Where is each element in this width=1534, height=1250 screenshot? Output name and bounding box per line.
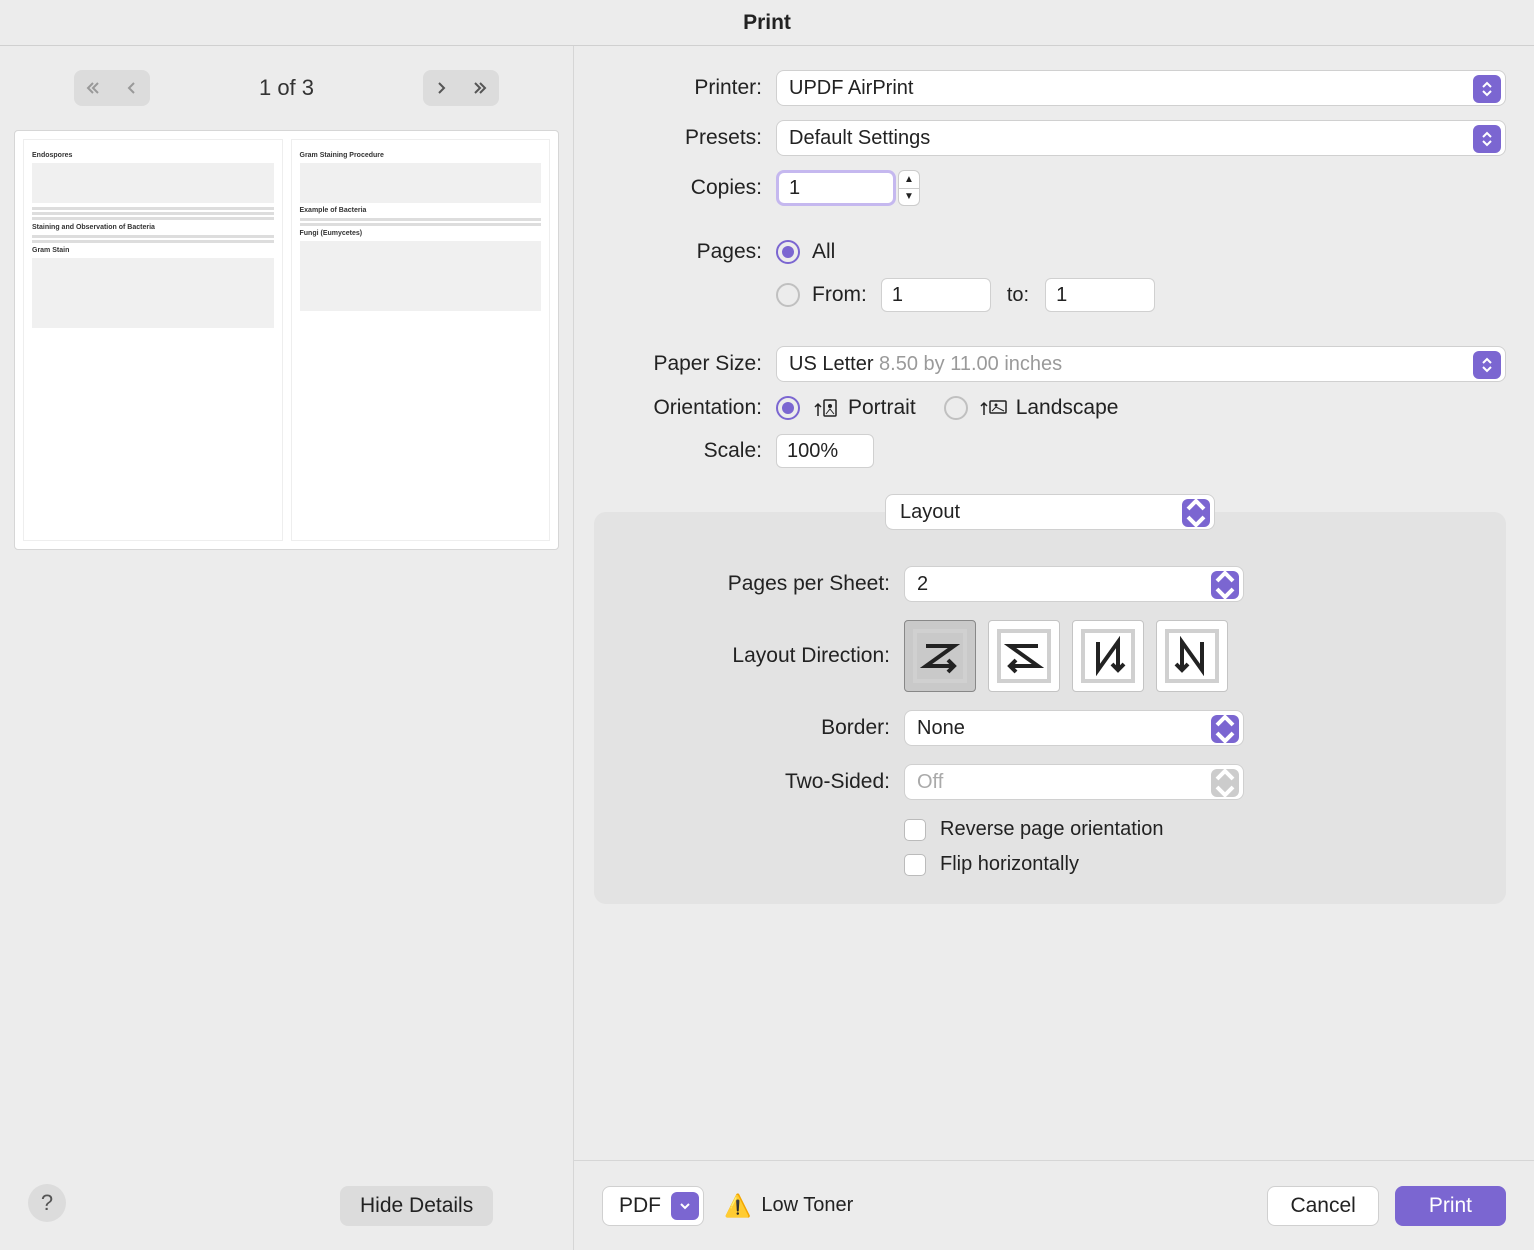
updown-icon [1473, 351, 1501, 379]
flip-label: Flip horizontally [940, 853, 1079, 876]
scale-input[interactable]: 100% [776, 434, 874, 468]
presets-select[interactable]: Default Settings [776, 120, 1506, 156]
flip-checkbox[interactable] [904, 854, 926, 876]
updown-icon [1211, 715, 1239, 743]
stepper-up-icon[interactable]: ▲ [898, 170, 920, 189]
orientation-label: Orientation: [594, 396, 776, 420]
two-sided-select: Off [904, 764, 1244, 800]
detail-section-select[interactable]: Layout [885, 494, 1215, 530]
scale-label: Scale: [594, 439, 776, 463]
pages-range-radio[interactable] [776, 283, 800, 307]
updown-icon [1211, 769, 1239, 797]
paper-size-label: Paper Size: [594, 352, 776, 376]
dialog-title: Print [0, 0, 1534, 46]
print-dialog: Print 1 of 3 Endospores Sta [0, 0, 1534, 1250]
print-button[interactable]: Print [1395, 1186, 1506, 1226]
pages-to-label: to: [1007, 284, 1029, 307]
printer-select[interactable]: UPDF AirPrint [776, 70, 1506, 106]
copies-stepper[interactable]: ▲ ▼ [898, 170, 920, 206]
printer-label: Printer: [594, 76, 776, 100]
two-sided-label: Two-Sided: [614, 770, 904, 794]
preview-page-2: Gram Staining Procedure Example of Bacte… [291, 139, 551, 541]
orientation-landscape-label: Landscape [1016, 396, 1119, 420]
pages-label: Pages: [594, 240, 776, 264]
border-label: Border: [614, 716, 904, 740]
orientation-portrait-radio[interactable] [776, 396, 800, 420]
layout-dir-2-button[interactable] [988, 620, 1060, 692]
preview-page-1: Endospores Staining and Observation of B… [23, 139, 283, 541]
chevron-down-icon [671, 1192, 699, 1220]
layout-direction-label: Layout Direction: [614, 644, 904, 668]
layout-dir-3-button[interactable] [1072, 620, 1144, 692]
last-page-button[interactable] [461, 70, 499, 106]
help-button[interactable]: ? [28, 1184, 66, 1222]
pages-all-radio[interactable] [776, 240, 800, 264]
paper-size-select[interactable]: US Letter 8.50 by 11.00 inches [776, 346, 1506, 382]
pdf-button[interactable]: PDF [602, 1186, 704, 1226]
preview-pane: 1 of 3 Endospores Staining and Observati… [0, 46, 574, 1250]
page-indicator: 1 of 3 [259, 75, 314, 101]
warning-text: Low Toner [761, 1194, 853, 1217]
copies-input[interactable]: 1 [776, 170, 896, 206]
layout-dir-4-button[interactable] [1156, 620, 1228, 692]
orientation-landscape-radio[interactable] [944, 396, 968, 420]
footer: PDF ⚠️ Low Toner Cancel Print [574, 1160, 1534, 1250]
updown-icon [1473, 125, 1501, 153]
preview-sheet: Endospores Staining and Observation of B… [14, 130, 559, 550]
settings-pane: Printer: UPDF AirPrint Presets: Default … [574, 46, 1534, 1250]
pages-per-sheet-select[interactable]: 2 [904, 566, 1244, 602]
updown-icon [1211, 571, 1239, 599]
copies-label: Copies: [594, 176, 776, 200]
reverse-checkbox[interactable] [904, 819, 926, 841]
stepper-down-icon[interactable]: ▼ [898, 189, 920, 207]
updown-icon [1182, 499, 1210, 527]
pages-all-label: All [812, 240, 835, 264]
portrait-icon [812, 398, 840, 418]
first-page-button[interactable] [74, 70, 112, 106]
prev-page-button[interactable] [112, 70, 150, 106]
landscape-icon [980, 398, 1008, 418]
pages-to-input[interactable]: 1 [1045, 278, 1155, 312]
next-page-button[interactable] [423, 70, 461, 106]
hide-details-button[interactable]: Hide Details [340, 1186, 493, 1226]
warning-icon: ⚠️ [724, 1193, 751, 1219]
pages-per-sheet-label: Pages per Sheet: [614, 572, 904, 596]
reverse-label: Reverse page orientation [940, 818, 1163, 841]
updown-icon [1473, 75, 1501, 103]
pages-from-input[interactable]: 1 [881, 278, 991, 312]
layout-dir-1-button[interactable] [904, 620, 976, 692]
presets-label: Presets: [594, 126, 776, 150]
border-select[interactable]: None [904, 710, 1244, 746]
layout-section: Layout Pages per Sheet: 2 Layout Directi… [594, 512, 1506, 904]
cancel-button[interactable]: Cancel [1267, 1186, 1378, 1226]
pages-from-label: From: [812, 283, 867, 307]
orientation-portrait-label: Portrait [848, 396, 916, 420]
